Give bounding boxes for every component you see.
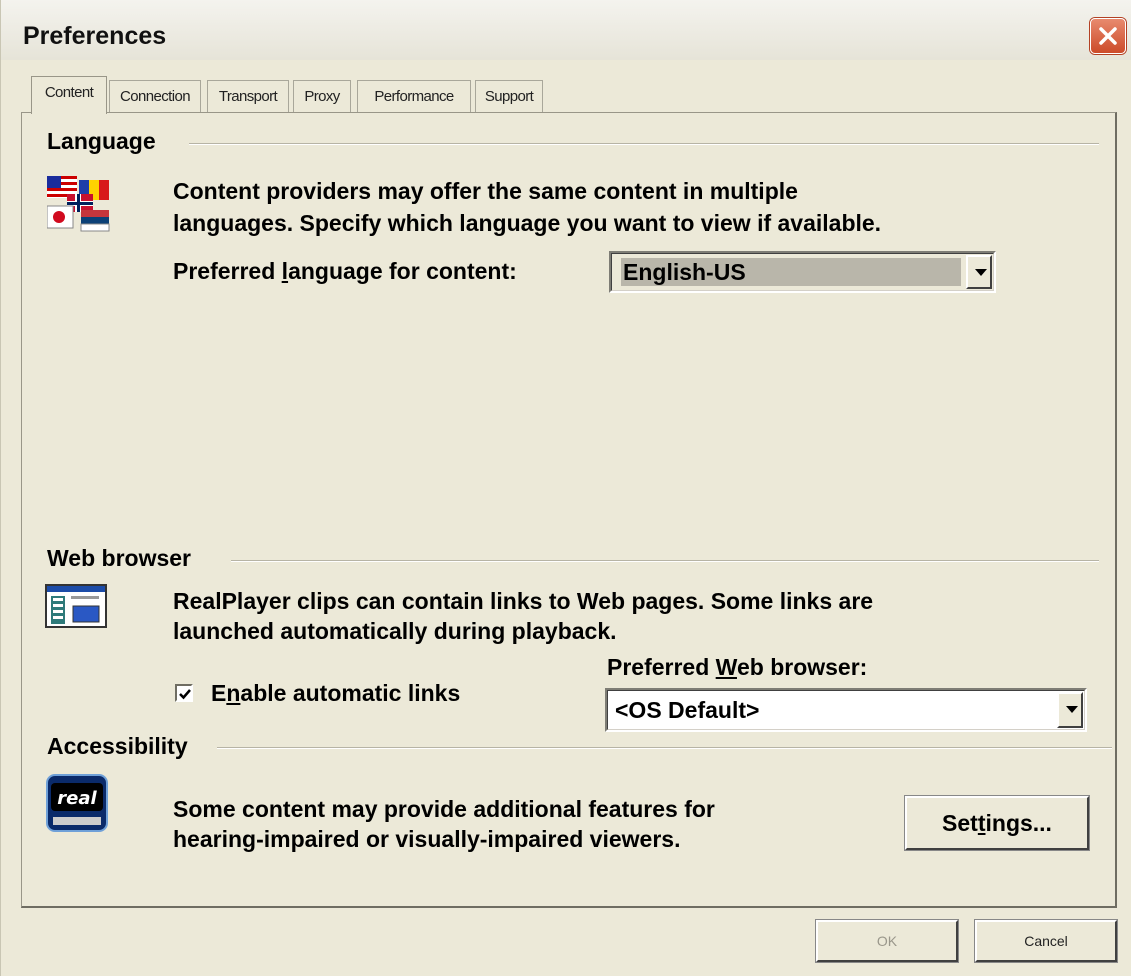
browser-select[interactable]: <OS Default> — [605, 688, 1087, 732]
ok-button[interactable]: OK — [815, 919, 959, 963]
close-icon — [1099, 27, 1117, 45]
settings-button[interactable]: Settings... — [904, 795, 1090, 851]
chevron-down-icon[interactable] — [1057, 692, 1083, 728]
cancel-button[interactable]: Cancel — [974, 919, 1118, 963]
tab-support[interactable]: Support — [475, 80, 543, 112]
svg-text:real: real — [57, 788, 97, 809]
tab-content[interactable]: Content — [31, 76, 107, 114]
tab-proxy[interactable]: Proxy — [293, 80, 351, 112]
tab-performance[interactable]: Performance — [357, 80, 471, 112]
language-select-value: English-US — [621, 258, 961, 286]
accessibility-divider — [217, 747, 1112, 749]
language-description-line1: Content providers may offer the same con… — [173, 178, 798, 204]
tab-connection[interactable]: Connection — [109, 80, 201, 112]
web-page-icon — [45, 584, 107, 628]
web-browser-description-line2: launched automatically during playback. — [173, 618, 617, 644]
language-description-line2: languages. Specify which language you wa… — [173, 210, 882, 236]
accessibility-heading: Accessibility — [47, 733, 188, 759]
web-browser-heading: Web browser — [47, 545, 191, 571]
web-browser-divider — [231, 560, 1099, 562]
tab-transport[interactable]: Transport — [207, 80, 289, 112]
enable-automatic-links-checkbox[interactable] — [175, 684, 193, 702]
window-title: Preferences — [23, 22, 167, 50]
language-divider — [189, 143, 1099, 145]
preferences-window: Preferences Content Connection Transport… — [0, 0, 1131, 976]
close-button[interactable] — [1090, 18, 1126, 54]
accessibility-description-line1: Some content may provide additional feat… — [173, 796, 715, 822]
accessibility-description-line2: hearing-impaired or visually-impaired vi… — [173, 826, 681, 852]
title-bar[interactable]: Preferences — [1, 0, 1131, 60]
web-browser-description-line1: RealPlayer clips can contain links to We… — [173, 588, 874, 614]
chevron-down-icon[interactable] — [966, 255, 992, 289]
browser-select-value: <OS Default> — [615, 697, 760, 723]
flags-icon — [47, 176, 110, 232]
preferred-language-label: Preferred language for content: — [173, 258, 517, 284]
language-heading: Language — [47, 128, 156, 154]
language-select[interactable]: English-US — [609, 251, 996, 293]
real-logo-icon: real — [46, 774, 108, 832]
enable-automatic-links-label[interactable]: Enable automatic links — [211, 676, 460, 710]
preferred-browser-label: Preferred Web browser: — [607, 654, 868, 680]
checkmark-icon — [179, 689, 191, 700]
